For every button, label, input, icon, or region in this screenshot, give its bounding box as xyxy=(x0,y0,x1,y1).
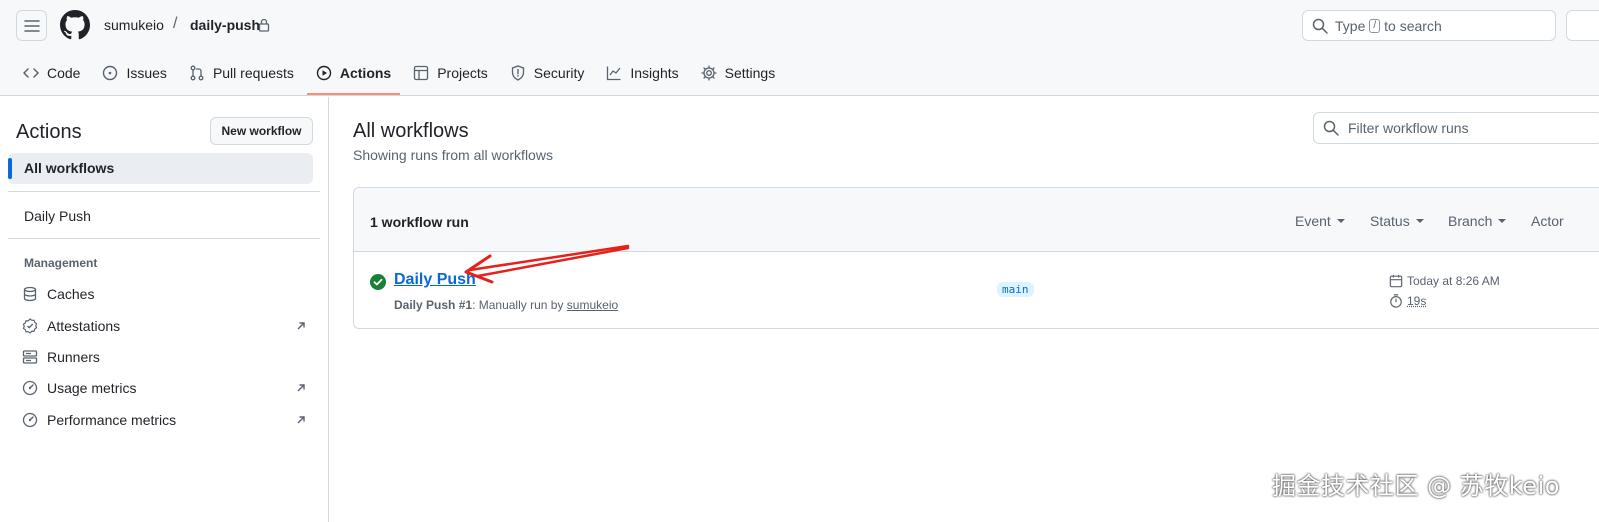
pull-request-icon xyxy=(189,65,205,81)
actor-filter-dropdown[interactable]: Actor xyxy=(1531,213,1564,229)
github-logo-icon[interactable] xyxy=(60,10,90,40)
page-title: All workflows xyxy=(353,120,469,143)
run-duration: 19s xyxy=(1389,294,1426,308)
caret-down-icon xyxy=(1337,219,1345,223)
tab-security[interactable]: Security xyxy=(501,52,594,94)
sidebar-item-attestations[interactable]: Attestations xyxy=(22,315,307,337)
sidebar-item-all-workflows[interactable]: All workflows xyxy=(8,153,313,184)
meter-icon xyxy=(22,380,38,396)
stopwatch-icon xyxy=(1389,294,1403,308)
hamburger-icon xyxy=(24,18,40,34)
breadcrumb-owner[interactable]: sumukeio xyxy=(104,17,164,33)
sidebar-item-runners[interactable]: Runners xyxy=(22,346,307,368)
tab-pull-requests[interactable]: Pull requests xyxy=(180,52,303,94)
tab-settings[interactable]: Settings xyxy=(692,52,785,94)
branch-filter-dropdown[interactable]: Branch xyxy=(1448,213,1506,229)
sidebar-title: Actions xyxy=(16,121,82,144)
app-header: sumukeio / daily-push Type / to search C… xyxy=(0,0,1599,96)
database-icon xyxy=(22,286,38,302)
filter-workflow-runs-input[interactable]: Filter workflow runs xyxy=(1313,112,1599,144)
sidebar-item-caches[interactable]: Caches xyxy=(22,283,307,305)
breadcrumb-separator: / xyxy=(173,15,177,33)
tab-projects[interactable]: Projects xyxy=(404,52,497,94)
graph-icon xyxy=(606,65,622,81)
run-actor-link[interactable]: sumukeio xyxy=(567,298,618,312)
external-link-arrow-icon xyxy=(295,382,307,394)
caret-down-icon xyxy=(1498,219,1506,223)
caret-down-icon xyxy=(1416,219,1424,223)
search-suffix: to search xyxy=(1384,18,1442,34)
sidebar-item-usage-metrics[interactable]: Usage metrics xyxy=(22,377,307,399)
breadcrumb-repo[interactable]: daily-push xyxy=(190,17,260,33)
tab-insights[interactable]: Insights xyxy=(597,52,687,94)
external-link-arrow-icon xyxy=(295,320,307,332)
watermark: 掘金技术社区 @ 苏牧keio xyxy=(1272,466,1560,501)
menu-button[interactable] xyxy=(16,10,47,41)
calendar-icon xyxy=(1389,274,1403,288)
server-icon xyxy=(22,349,38,365)
issue-icon xyxy=(102,65,118,81)
sidebar-item-performance-metrics[interactable]: Performance metrics xyxy=(22,409,307,431)
run-meta: Daily Push #1: Manually run by sumukeio xyxy=(394,298,618,312)
gear-icon xyxy=(701,65,717,81)
play-icon xyxy=(316,65,332,81)
verified-icon xyxy=(22,318,38,334)
run-date: Today at 8:26 AM xyxy=(1389,274,1500,288)
table-icon xyxy=(413,65,429,81)
run-number: #1 xyxy=(459,298,472,312)
run-trigger-text: : Manually run by xyxy=(472,298,563,312)
tab-actions[interactable]: Actions xyxy=(307,52,400,94)
page-subtitle: Showing runs from all workflows xyxy=(353,147,553,163)
command-palette-button[interactable] xyxy=(1566,10,1599,41)
actions-sidebar: Actions New workflow All workflows Daily… xyxy=(0,97,329,522)
external-link-arrow-icon xyxy=(295,414,307,426)
search-shortcut-key: / xyxy=(1369,19,1380,33)
check-circle-fill-icon xyxy=(370,274,386,290)
shield-icon xyxy=(510,65,526,81)
sidebar-divider xyxy=(8,191,320,192)
meter-icon xyxy=(22,412,38,428)
event-filter-dropdown[interactable]: Event xyxy=(1295,213,1345,229)
new-workflow-button[interactable]: New workflow xyxy=(210,117,313,145)
search-icon xyxy=(1312,18,1328,34)
sidebar-divider xyxy=(8,238,320,239)
global-search-input[interactable]: Type / to search xyxy=(1302,10,1556,41)
filter-placeholder: Filter workflow runs xyxy=(1348,120,1469,136)
run-workflow-name: Daily Push xyxy=(394,298,455,312)
tab-issues[interactable]: Issues xyxy=(93,52,175,94)
tab-code[interactable]: Code xyxy=(14,52,89,94)
code-icon xyxy=(23,65,39,81)
search-icon xyxy=(1323,120,1339,136)
run-count: 1 workflow run xyxy=(370,214,469,230)
sidebar-item-daily-push[interactable]: Daily Push xyxy=(24,208,91,224)
branch-label[interactable]: main xyxy=(997,282,1034,297)
search-prefix: Type xyxy=(1335,18,1365,34)
lock-icon xyxy=(258,18,270,32)
repo-nav-tabs: Code Issues Pull requests Actions Projec… xyxy=(14,52,788,96)
management-heading: Management xyxy=(24,256,97,270)
status-filter-dropdown[interactable]: Status xyxy=(1370,213,1424,229)
annotation-arrow-icon xyxy=(450,238,640,288)
